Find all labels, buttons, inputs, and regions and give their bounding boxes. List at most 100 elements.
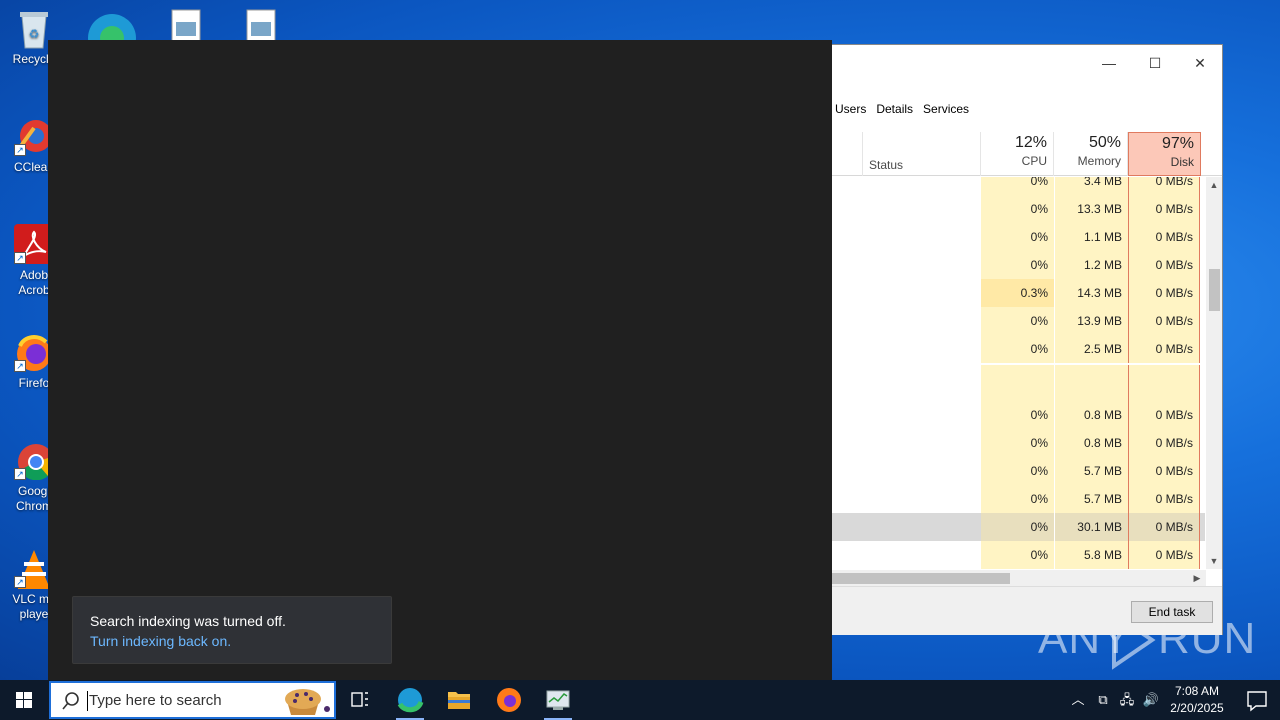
- system-clock[interactable]: 7:08 AM 2/20/2025: [1162, 683, 1232, 717]
- text-caret: [87, 691, 88, 711]
- cpu-cell: [981, 365, 1054, 401]
- cpu-column-header[interactable]: 12% CPU: [981, 132, 1054, 176]
- disk-header-label: Disk: [1170, 155, 1194, 169]
- notification-icon: [1247, 691, 1267, 712]
- disk-cell: 0 MB/s: [1128, 223, 1200, 251]
- notification-message: Search indexing was turned off.: [90, 613, 286, 629]
- taskbar-task-manager[interactable]: [534, 680, 582, 720]
- scrollbar-thumb[interactable]: [1209, 269, 1220, 311]
- shortcut-arrow-icon: ↗: [14, 576, 26, 588]
- taskbar-firefox[interactable]: [485, 680, 533, 720]
- image-file-icon[interactable]: [170, 8, 206, 43]
- memory-cell: 14.3 MB: [1054, 279, 1128, 307]
- cpu-cell: 0%: [981, 223, 1054, 251]
- horizontal-scrollbar[interactable]: ▶: [830, 570, 1206, 586]
- table-row[interactable]: 0% 1.2 MB 0 MB/s: [830, 251, 1205, 279]
- muffin-icon: [285, 689, 330, 715]
- cpu-cell: 0%: [981, 513, 1054, 541]
- table-row[interactable]: 0% 5.8 MB 0 MB/s: [830, 541, 1205, 569]
- memory-cell: 5.7 MB: [1054, 485, 1128, 513]
- search-icon: [62, 692, 79, 710]
- turn-indexing-on-link[interactable]: Turn indexing back on.: [90, 633, 231, 649]
- tab-details[interactable]: Details: [871, 99, 918, 121]
- network-status-icon[interactable]: ⧉: [1093, 690, 1113, 710]
- show-hidden-icons-chevron-icon[interactable]: ︿: [1068, 690, 1088, 710]
- clock-time: 7:08 AM: [1174, 684, 1220, 698]
- taskbar-edge[interactable]: [386, 680, 434, 720]
- table-row[interactable]: 0% 13.9 MB 0 MB/s: [830, 307, 1205, 335]
- disk-cell: 0 MB/s: [1128, 401, 1200, 429]
- tab-strip: Users Details Services: [830, 99, 974, 121]
- table-row[interactable]: 0% 13.3 MB 0 MB/s: [830, 195, 1205, 223]
- scroll-right-icon[interactable]: ▶: [1190, 570, 1204, 586]
- table-row[interactable]: 0% 0.8 MB 0 MB/s: [830, 401, 1205, 429]
- memory-cell: 5.8 MB: [1054, 541, 1128, 569]
- network-icon[interactable]: 🖧: [1117, 690, 1137, 710]
- svg-text:♻: ♻: [29, 27, 40, 41]
- windows-logo-icon: [16, 692, 32, 708]
- end-task-button[interactable]: End task: [1131, 601, 1213, 623]
- indexing-notification[interactable]: Search indexing was turned off. Turn ind…: [72, 596, 392, 664]
- task-view-button[interactable]: [336, 680, 384, 720]
- disk-cell: 0 MB/s: [1128, 429, 1200, 457]
- taskbar-file-explorer[interactable]: [435, 680, 483, 720]
- disk-cell: 0 MB/s: [1128, 513, 1200, 541]
- task-view-icon: [351, 692, 368, 707]
- task-manager-icon: [546, 690, 570, 710]
- minimize-button[interactable]: —: [1086, 49, 1132, 77]
- search-panel: [48, 40, 832, 680]
- scrollbar-thumb[interactable]: [830, 573, 1010, 584]
- scroll-down-icon[interactable]: ▼: [1206, 553, 1222, 569]
- table-row[interactable]: 0% 5.7 MB 0 MB/s: [830, 485, 1205, 513]
- column-header-row: Status 12% CPU 50% Memory 97% Disk: [830, 132, 1222, 176]
- disk-cell: [1128, 365, 1200, 401]
- cpu-cell: 0%: [981, 335, 1054, 363]
- memory-cell: 13.3 MB: [1054, 195, 1128, 223]
- start-button[interactable]: [0, 680, 48, 720]
- maximize-button[interactable]: ☐: [1132, 49, 1178, 77]
- cpu-cell: 0%: [981, 429, 1054, 457]
- title-bar: — ☐ ✕: [830, 45, 1222, 93]
- cpu-cell: 0%: [981, 485, 1054, 513]
- cpu-cell: 0%: [981, 541, 1054, 569]
- table-row[interactable]: 0% 0.8 MB 0 MB/s: [830, 429, 1205, 457]
- taskbar-search-box[interactable]: Type here to search: [49, 681, 336, 719]
- cpu-cell: 0%: [981, 401, 1054, 429]
- cpu-cell: 0%: [981, 307, 1054, 335]
- disk-cell: 0 MB/s: [1128, 251, 1200, 279]
- memory-cell: 3.4 MB: [1054, 177, 1128, 195]
- table-row[interactable]: 0% 3.4 MB 0 MB/s: [830, 177, 1205, 195]
- table-row[interactable]: [830, 365, 1205, 401]
- memory-cell: 2.5 MB: [1054, 335, 1128, 363]
- scroll-up-icon[interactable]: ▲: [1206, 177, 1222, 193]
- taskbar: Type here to search ︿ ⧉ 🖧 🔊 7:08 AM 2/20…: [0, 680, 1280, 720]
- shortcut-arrow-icon: ↗: [14, 144, 26, 156]
- disk-cell: 0 MB/s: [1128, 279, 1200, 307]
- memory-cell: 1.2 MB: [1054, 251, 1128, 279]
- cpu-cell: 0%: [981, 251, 1054, 279]
- memory-column-header[interactable]: 50% Memory: [1054, 132, 1128, 176]
- table-row[interactable]: 0% 30.1 MB 0 MB/s: [830, 513, 1205, 541]
- memory-percent: 50%: [1088, 134, 1121, 151]
- disk-column-header[interactable]: 97% Disk: [1128, 132, 1201, 176]
- footer: End task: [830, 586, 1222, 635]
- disk-percent: 97%: [1161, 135, 1194, 152]
- tab-users[interactable]: Users: [830, 99, 871, 121]
- task-manager-window: — ☐ ✕ Users Details Services Status 12% …: [830, 44, 1223, 635]
- table-row[interactable]: 0% 5.7 MB 0 MB/s: [830, 457, 1205, 485]
- table-row[interactable]: 0% 1.1 MB 0 MB/s: [830, 223, 1205, 251]
- table-row[interactable]: 0% 2.5 MB 0 MB/s: [830, 335, 1205, 363]
- close-button[interactable]: ✕: [1177, 49, 1223, 77]
- memory-cell: 30.1 MB: [1054, 513, 1128, 541]
- volume-icon[interactable]: 🔊: [1141, 690, 1161, 710]
- image-file-icon[interactable]: [245, 8, 281, 43]
- edge-desktop-icon[interactable]: [88, 8, 136, 62]
- shortcut-arrow-icon: ↗: [14, 468, 26, 480]
- status-column-header[interactable]: Status: [862, 132, 981, 176]
- edge-icon: [397, 688, 424, 713]
- table-row[interactable]: 0.3% 14.3 MB 0 MB/s: [830, 279, 1205, 307]
- action-center-button[interactable]: [1234, 680, 1280, 720]
- process-list: 0% 3.4 MB 0 MB/s 0% 13.3 MB 0 MB/s 0% 1.1 MB 0 M…: [830, 177, 1205, 569]
- vertical-scrollbar[interactable]: ▲ ▼: [1206, 177, 1222, 569]
- tab-services[interactable]: Services: [918, 99, 974, 121]
